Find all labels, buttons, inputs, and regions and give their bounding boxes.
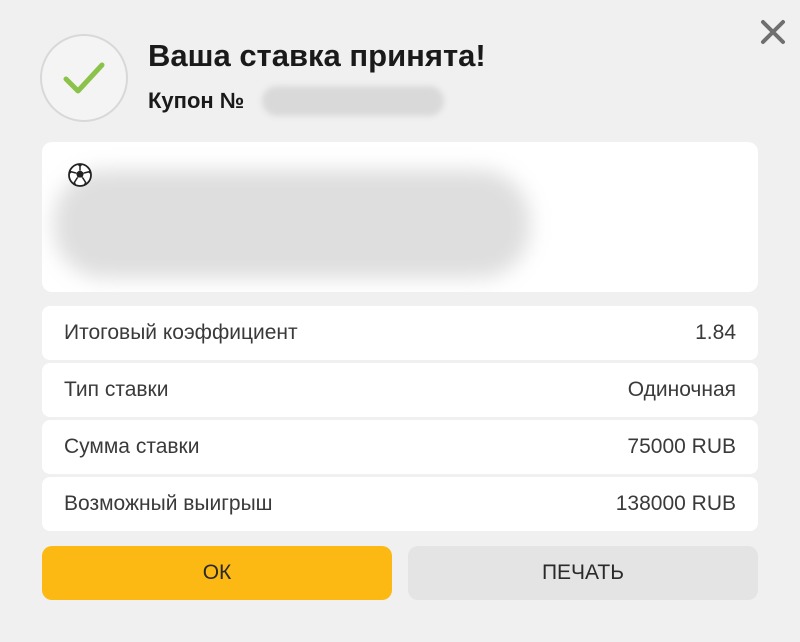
event-details-redacted <box>54 170 530 278</box>
ok-button[interactable]: ОК <box>42 546 392 600</box>
detail-label: Сумма ставки <box>64 435 200 458</box>
success-badge <box>40 34 128 122</box>
detail-label: Возможный выигрыш <box>64 492 273 515</box>
event-card <box>42 142 758 292</box>
close-button[interactable] <box>755 14 791 50</box>
dialog-title: Ваша ставка принята! <box>148 38 486 73</box>
detail-row-bet-type: Тип ставки Одиночная <box>42 363 758 417</box>
detail-row-bet-amount: Сумма ставки 75000 RUB <box>42 420 758 474</box>
soccer-ball-icon <box>68 163 92 187</box>
detail-row-total-odds: Итоговый коэффициент 1.84 <box>42 306 758 360</box>
detail-value: 75000 RUB <box>627 435 736 458</box>
detail-label: Тип ставки <box>64 378 169 401</box>
detail-row-possible-win: Возможный выигрыш 138000 RUB <box>42 477 758 531</box>
bet-confirmation-dialog: Ваша ставка принята! Купон № Итоговый ко… <box>0 0 800 642</box>
checkmark-icon <box>63 62 105 94</box>
coupon-number-redacted <box>262 86 444 116</box>
close-icon <box>761 20 785 44</box>
print-button[interactable]: ПЕЧАТЬ <box>408 546 758 600</box>
detail-value: 1.84 <box>695 321 736 344</box>
detail-value: 138000 RUB <box>615 492 736 515</box>
detail-value: Одиночная <box>627 378 736 401</box>
coupon-label: Купон № <box>148 88 245 113</box>
detail-label: Итоговый коэффициент <box>64 321 298 344</box>
